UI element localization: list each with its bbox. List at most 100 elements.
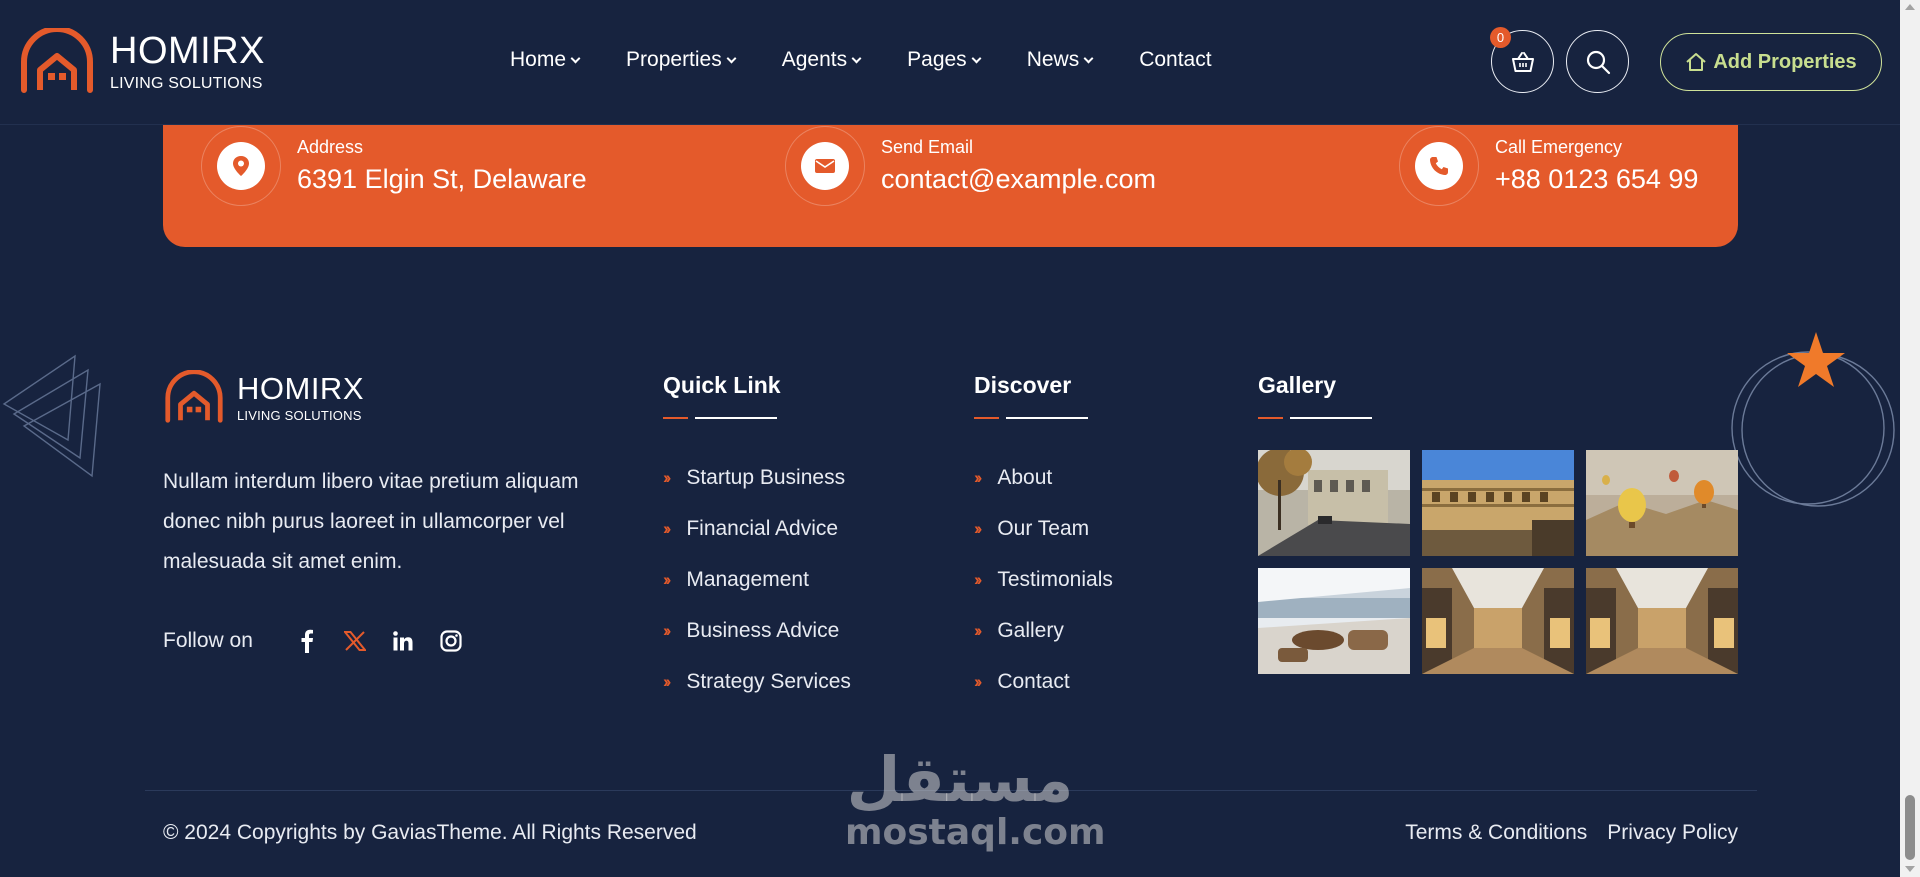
watermark-arabic: مستقل (846, 743, 1074, 816)
discover-label: Contact (997, 669, 1070, 693)
watermark: مستقل mostaql.com (845, 743, 1106, 853)
quick-link-item[interactable]: ›› Financial Advice (663, 503, 851, 554)
search-icon (1586, 50, 1610, 74)
quick-link-item[interactable]: ›› Business Advice (663, 605, 851, 656)
nav-properties-label: Properties (626, 48, 722, 71)
discover-list: ›› About ›› Our Team ›› Testimonials ›› Gall… (974, 452, 1113, 707)
double-chevron-right-icon: ›› (974, 620, 983, 640)
nav-agents-label: Agents (781, 48, 848, 71)
discover-underline (1006, 417, 1088, 419)
quick-link-item[interactable]: ›› Management (663, 554, 851, 605)
add-properties-button[interactable]: Add Properties (1660, 33, 1882, 91)
main-nav: Home Properties Agents Pages News Contac… (510, 48, 1259, 72)
discover-item[interactable]: ›› Testimonials (974, 554, 1113, 605)
scroll-down-arrow-icon[interactable] (1905, 866, 1915, 872)
discover-label: About (997, 465, 1053, 489)
page-scrollbar[interactable] (1900, 0, 1920, 877)
circles-star-decoration (1731, 332, 1895, 507)
gallery-image-city-street[interactable] (1258, 450, 1410, 556)
double-chevron-right-icon: ›› (663, 518, 672, 538)
email-icon-ring (785, 126, 865, 206)
phone-label: Call Emergency (1495, 137, 1623, 157)
nav-home[interactable]: Home (510, 48, 581, 72)
discover-label: Gallery (997, 618, 1064, 642)
brand-name: HOMIRX (110, 30, 265, 72)
copyright-text: © 2024 Copyrights by GaviasTheme. All Ri… (163, 821, 697, 844)
quick-link-label: Management (686, 567, 809, 591)
gallery-image-yacht-deck[interactable] (1258, 568, 1410, 674)
house-logo-icon (165, 370, 223, 423)
cart-button[interactable]: 0 (1490, 27, 1554, 93)
gallery-image-shopping-mall[interactable] (1422, 568, 1574, 674)
discover-title: Discover (974, 372, 1072, 398)
chevron-down-icon (726, 53, 737, 64)
footer-brand-logo[interactable]: HOMIRX LIVING SOLUTIONS (163, 370, 364, 426)
nav-contact-label: Contact (1139, 48, 1212, 71)
add-properties-label: Add Properties (1713, 50, 1857, 73)
contact-strip: Address 6391 Elgin St, Delaware Send Ema… (163, 110, 1738, 247)
phone-value[interactable]: +88 0123 654 99 (1495, 164, 1698, 195)
privacy-link[interactable]: Privacy Policy (1607, 821, 1738, 845)
gallery-image-shopping-mall[interactable] (1586, 568, 1738, 674)
x-icon[interactable] (331, 624, 379, 658)
quick-link-item[interactable]: ›› Strategy Services (663, 656, 851, 707)
email-value[interactable]: contact@example.com (881, 164, 1156, 195)
terms-link[interactable]: Terms & Conditions (1405, 821, 1587, 845)
double-chevron-right-icon: ›› (663, 467, 672, 487)
nav-contact[interactable]: Contact (1139, 48, 1211, 72)
quick-link-label: Strategy Services (686, 669, 851, 693)
watermark-latin: mostaql.com (845, 812, 1106, 853)
map-pin-icon (233, 156, 249, 176)
footer-description: Nullam interdum libero vitae pretium ali… (163, 470, 579, 573)
address-label: Address (297, 137, 364, 157)
follow-label: Follow on (163, 629, 253, 652)
phone-icon-circle (1415, 142, 1463, 190)
discover-label: Testimonials (997, 567, 1113, 591)
discover-item[interactable]: ›› Gallery (974, 605, 1113, 656)
discover-label: Our Team (997, 516, 1090, 540)
nav-news-label: News (1026, 48, 1080, 71)
address-icon-ring (201, 126, 281, 206)
discover-underline-accent (974, 417, 999, 419)
nav-pages[interactable]: Pages (907, 48, 982, 72)
chevron-down-icon (971, 53, 982, 64)
gallery-image-colosseum[interactable] (1422, 450, 1574, 556)
contact-email: Send Email contact@example.com (785, 126, 1156, 206)
email-icon-circle (801, 142, 849, 190)
quick-link-underline-accent (663, 417, 688, 419)
gallery-grid (1258, 450, 1738, 674)
linkedin-icon[interactable] (379, 624, 427, 658)
double-chevron-right-icon: ›› (663, 569, 672, 589)
site-header: HOMIRX LIVING SOLUTIONS Home Properties … (0, 0, 1900, 125)
quick-link-item[interactable]: ›› Startup Business (663, 452, 851, 503)
brand-logo[interactable]: HOMIRX LIVING SOLUTIONS (18, 28, 265, 96)
instagram-icon[interactable] (427, 624, 475, 658)
facebook-icon[interactable] (283, 624, 331, 658)
triangles-decoration (2, 354, 101, 478)
discover-item[interactable]: ›› Contact (974, 656, 1113, 707)
gallery-underline (1290, 417, 1372, 419)
gallery-image-hot-air-balloons[interactable] (1586, 450, 1738, 556)
gallery-underline-accent (1258, 417, 1283, 419)
nav-agents[interactable]: Agents (781, 48, 862, 72)
cart-count-badge: 0 (1490, 27, 1511, 48)
contact-phone: Call Emergency +88 0123 654 99 (1399, 126, 1698, 206)
quick-link-underline (695, 417, 777, 419)
chevron-down-icon (570, 53, 581, 64)
nav-properties[interactable]: Properties (626, 48, 737, 72)
nav-pages-label: Pages (907, 48, 967, 71)
double-chevron-right-icon: ›› (974, 569, 983, 589)
discover-item[interactable]: ›› Our Team (974, 503, 1113, 554)
search-button[interactable] (1566, 30, 1629, 93)
home-icon (1686, 53, 1706, 71)
phone-icon (1430, 157, 1448, 175)
gallery-title: Gallery (1258, 372, 1336, 398)
nav-news[interactable]: News (1026, 48, 1094, 72)
footer-brand-tagline: LIVING SOLUTIONS (237, 408, 362, 423)
email-label: Send Email (881, 137, 974, 157)
double-chevron-right-icon: ›› (974, 518, 983, 538)
scrollbar-thumb[interactable] (1905, 795, 1915, 860)
discover-item[interactable]: ›› About (974, 452, 1113, 503)
scroll-up-arrow-icon[interactable] (1905, 4, 1915, 10)
contact-address: Address 6391 Elgin St, Delaware (201, 126, 587, 206)
